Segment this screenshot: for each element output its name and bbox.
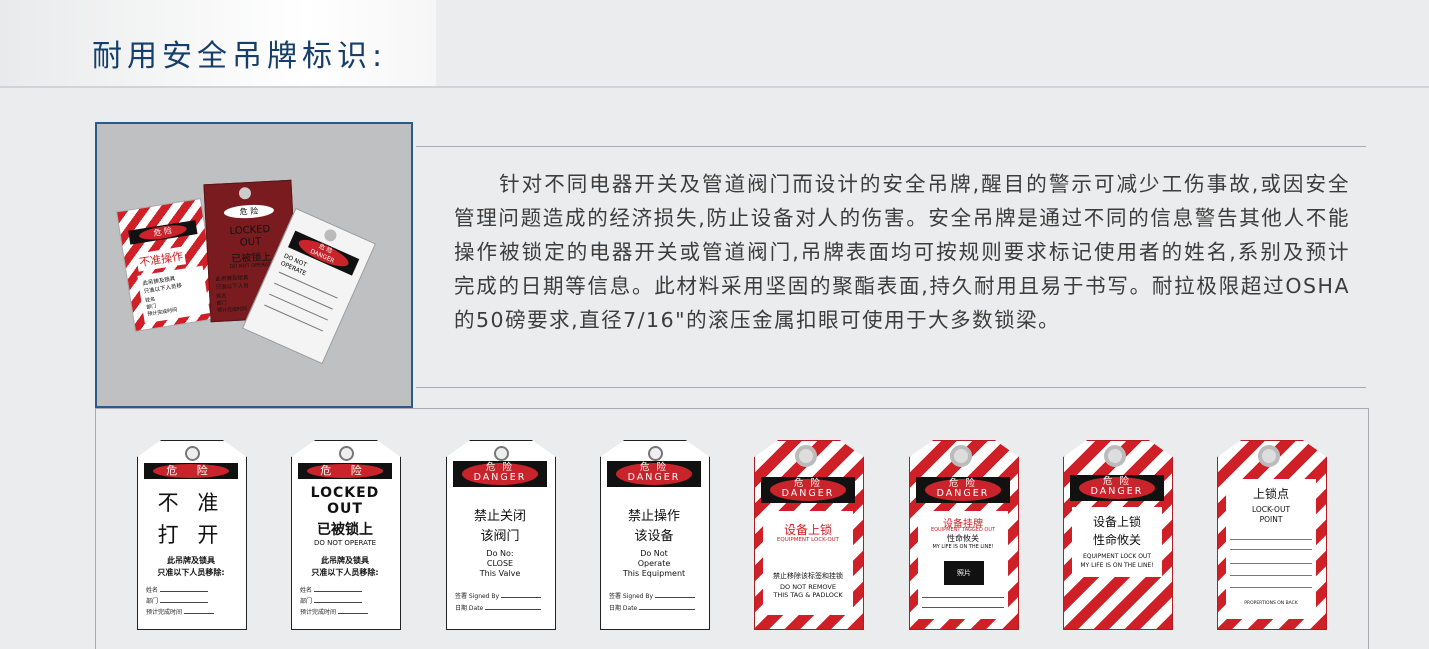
tag-main-line: 设备上锁 [1092,515,1141,529]
tag-field-label: 部门 [146,598,159,605]
tag-main-line: 性命攸关 [1092,533,1141,547]
danger-header: 危 险 DANGER [453,461,547,487]
tag-body-line: Do Not [640,549,668,558]
tag-grommet [648,446,663,461]
tag-main-line: 打 开 [157,523,225,547]
product-tag-1: 危 险 不 准 打 开 此吊牌及锁具 只准以下人员移除: 姓名 部门 预计完成时… [137,440,247,630]
danger-label: 危 险 [153,464,229,478]
description-text: 针对不同电器开关及管道阀门而设计的安全吊牌,醒目的警示可减少工伤事故,或因安全管… [454,172,1350,332]
tag-body-line: Do No: [486,549,514,558]
photo-box: 照片 [944,561,984,585]
tag-main-line: 已被锁上 [317,522,373,538]
photo-tag-2-header: 危 险 [223,203,275,220]
tag-field-label: 预计完成时间 [146,609,183,616]
products-panel [95,408,1369,649]
tag-field-label: 姓名 [300,587,313,594]
product-tag-8: 上锁点 LOCK-OUT POINT PROPERTIONS ON BACK [1217,440,1327,630]
danger-label: 危 险 DANGER [770,479,846,501]
tag-grommet [1258,445,1280,467]
product-tag-7: 危 险 DANGER 设备上锁 性命攸关 EQUIPMENT LOCK OUT M… [1063,440,1173,630]
tag-main-line: 禁止关闭 [473,509,526,524]
tag-body-line: 此吊牌及锁具 [167,556,215,565]
danger-label: 危 险 [307,464,383,478]
tag-grommet [1104,445,1126,467]
description-panel: 针对不同电器开关及管道阀门而设计的安全吊牌,醒目的警示可减少工伤事故,或因安全管… [416,146,1366,388]
tag-body-line: DO NOT REMOVE [780,583,836,591]
danger-label: 危 险 DANGER [925,479,1001,501]
tag-main-line: OUT [327,501,363,517]
danger-header: 危 险 [298,463,392,479]
danger-header: 危 险 DANGER [761,477,855,503]
danger-header: 危 险 [144,463,238,479]
page-title: 耐用安全吊牌标识: [92,39,388,74]
tag-body-line: This Equipment [622,569,686,578]
photo-tag-2-line: 只准以下人员 [215,283,250,291]
product-tag-5: 危 险 DANGER 设备上锁 EQUIPMENT LOCK-OUT 禁止移除该标… [754,440,864,630]
photo-tag-2-line: 预计完成时间 [216,306,248,314]
tag-body-line: 只准以下人员移除: [157,568,225,577]
tag-field-label: 签署 Signed By [455,593,500,600]
tag-field-label: 预计完成时间 [300,609,337,616]
tag-body-line: 禁止移除该标签和挂锁 [773,572,843,580]
product-tag-2: 危 险 LOCKED OUT 已被锁上 DO NOT OPERATE 此吊牌及锁… [291,440,401,630]
tag-body-line: EQUIPMENT LOCK OUT [1083,553,1151,560]
tag-main-line: 该设备 [634,529,674,544]
danger-label: 危 险 DANGER [616,463,692,485]
product-tag-6: 危 险 DANGER 设备挂牌 EQUIPMENT TAGGED OUT 性命攸关… [909,440,1019,630]
tag-body-line: 此吊牌及锁具 [321,556,369,565]
tag-field: 日期 Date [455,603,542,612]
tag-field: 姓名 [146,585,208,594]
tag-main-line: 该阀门 [480,529,520,544]
tag-sub-line: PROPERTIONS ON BACK [1244,601,1298,606]
tag-body-line: CLOSE [486,559,514,568]
tag-field: 部门 [146,596,208,605]
tag-sub-line: EQUIPMENT LOCK-OUT [776,537,840,543]
tag-field: 日期 Date [609,603,696,612]
tag-main-line: 不 准 [157,491,225,515]
tag-field: 姓名 [300,585,362,594]
danger-header: 危 险 DANGER [607,461,701,487]
tag-field: 部门 [300,596,362,605]
tag-body-line: This Valve [479,569,521,578]
tag-body-line: MY LIFE IS ON THE LINE! [1080,562,1154,569]
tag-field-label: 签署 Signed By [609,593,654,600]
tag-field-label: 日期 Date [455,605,484,612]
product-tag-4: 危 险 DANGER 禁止操作 该设备 Do Not Operate This E… [600,440,710,630]
title-tab: 耐用安全吊牌标识: [0,0,436,86]
danger-header: 危 险 DANGER [1070,475,1164,501]
tag-main-line: LOCK-OUT [1251,505,1291,514]
product-tag-3: 危 险 DANGER 禁止关闭 该阀门 Do No: CLOSE This Val… [446,440,556,630]
tag-main-line: 设备上锁 [783,523,832,537]
photo-tag-1-main: 不准操作 [135,246,187,272]
tag-field-label: 姓名 [146,587,159,594]
tag-body-line: 性命攸关 [947,534,979,543]
tag-grommet [339,446,354,461]
tag-grommet [795,445,817,467]
tag-main-line: POINT [1259,515,1283,524]
danger-label: 危 险 DANGER [1079,477,1155,499]
danger-header: 危 险 DANGER [916,477,1010,503]
tag-body-line: MY LIFE IS ON THE LINE! [932,544,994,550]
danger-label: 危 险 DANGER [462,463,538,485]
tag-field: 预计完成时间 [146,607,214,616]
product-photo: 危 险 不准操作 此吊牌及锁具 只准以下人员移 姓名 部门 预计完成时间 危 险… [95,122,413,408]
tag-main-line: LOCKED [310,485,380,501]
tag-body-line: Operate [637,559,671,568]
tag-grommet [185,446,200,461]
tag-field-label: 部门 [300,598,313,605]
tag-sub-line: DO NOT OPERATE [313,539,377,547]
tag-body-line: 只准以下人员移除: [311,568,379,577]
tag-main-line: 禁止操作 [627,509,680,524]
tag-body-line: THIS TAG & PADLOCK [773,591,843,599]
tag-grommet [494,446,509,461]
tag-field: 预计完成时间 [300,607,368,616]
tag-field-label: 日期 Date [609,605,638,612]
tag-grommet [950,445,972,467]
tag-main-line: 上锁点 [1252,487,1289,501]
tag-field: 签署 Signed By [609,591,695,600]
tag-field: 签署 Signed By [455,591,541,600]
